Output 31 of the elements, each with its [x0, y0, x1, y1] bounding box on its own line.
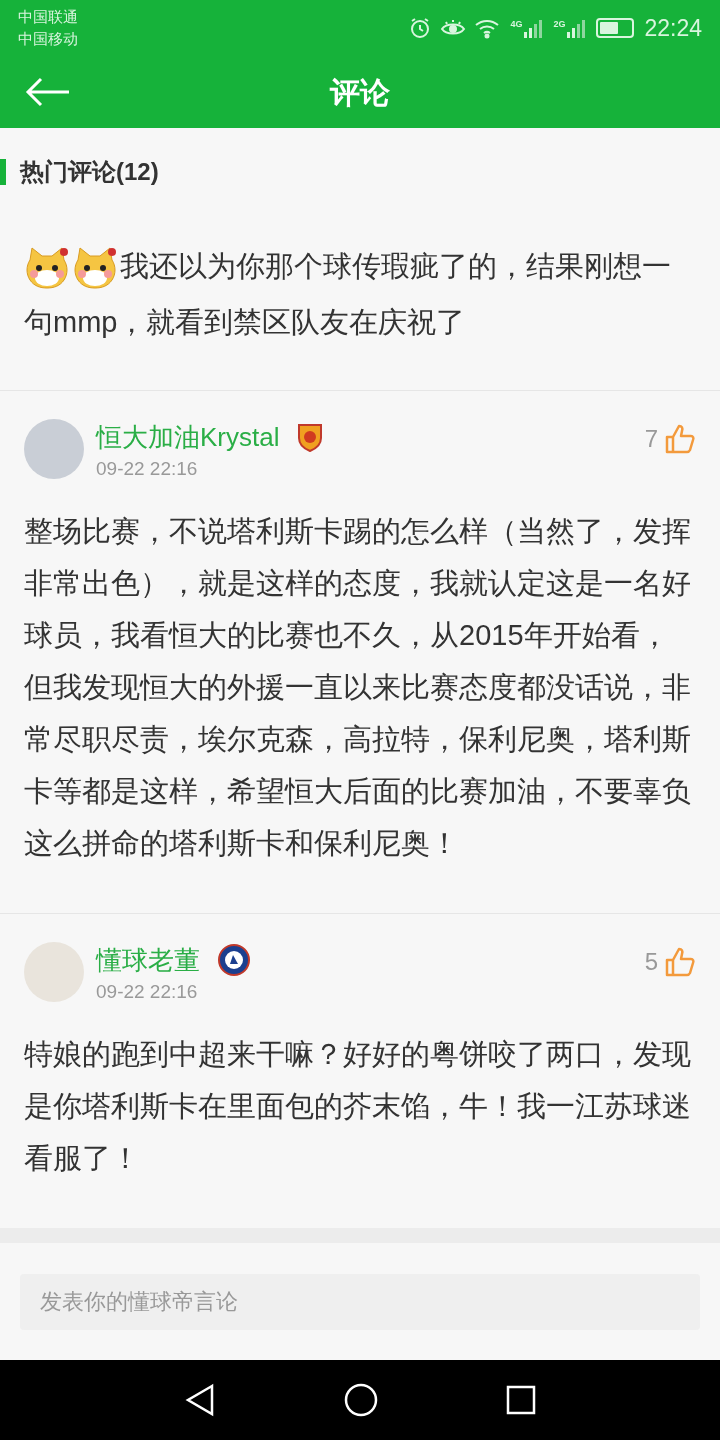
like-count: 5 [644, 947, 658, 977]
user-avatar [24, 419, 84, 479]
recents-nav-icon[interactable] [506, 1385, 536, 1415]
thumbs-up-icon[interactable] [664, 946, 696, 978]
status-time: 22:24 [644, 13, 702, 43]
network-label: 4G [510, 18, 523, 31]
dog-emoji-icon [72, 246, 118, 291]
home-nav-icon[interactable] [344, 1383, 378, 1417]
comment-date: 09-22 22:16 [96, 980, 199, 1004]
shield-badge-icon [297, 422, 324, 452]
network-label: 2G [553, 18, 566, 31]
comment-text: 我还以为你那个球传瑕疵了的，结果刚想一句mmp，就看到禁区队友在庆祝了 [24, 238, 696, 350]
username[interactable]: 恒大加油Krystal [96, 419, 280, 455]
section-title: 热门评论(12) [20, 157, 159, 187]
page-title: 评论 [328, 74, 391, 111]
thumbs-up-icon[interactable] [664, 423, 696, 455]
comment-date: 09-22 22:16 [96, 457, 199, 481]
like-count: 7 [644, 424, 658, 454]
section-marker [0, 159, 6, 185]
comment-input[interactable]: 发表你的懂球帝言论 [20, 1273, 700, 1330]
back-nav-icon[interactable] [184, 1383, 216, 1417]
battery-icon [596, 18, 635, 38]
round-badge-icon [218, 944, 250, 976]
carrier-name: 中国移动 [18, 29, 78, 49]
comment-text: 整场比赛，不说塔利斯卡踢的怎么样（当然了，发挥非常出色），就是这样的态度，我就认定这是一名好球员，我看恒大的比赛也不久，从2015年开始看，但我发现恒大的外援一直以来比赛态度都没话说，非常尽职尽责，埃尔克森，高拉特，保利尼奥，塔利斯卡等都是这样，希望恒大后面的比赛加油，不要辜负这么拼命的塔利斯卡和保利尼奥！ [24, 514, 692, 861]
dog-avatar [24, 942, 84, 1002]
back-arrow-icon[interactable] [25, 77, 71, 107]
username[interactable]: 懂球老董 [96, 942, 200, 978]
carrier-name: 中国联通 [18, 7, 78, 27]
dog-emoji-icon [24, 246, 70, 291]
comment-text: 特娘的跑到中超来干嘛？好好的粤饼咬了两口，发现是你塔利斯卡在里面包的芥末馅，牛！我一江苏球迷看服了！ [24, 1037, 692, 1176]
